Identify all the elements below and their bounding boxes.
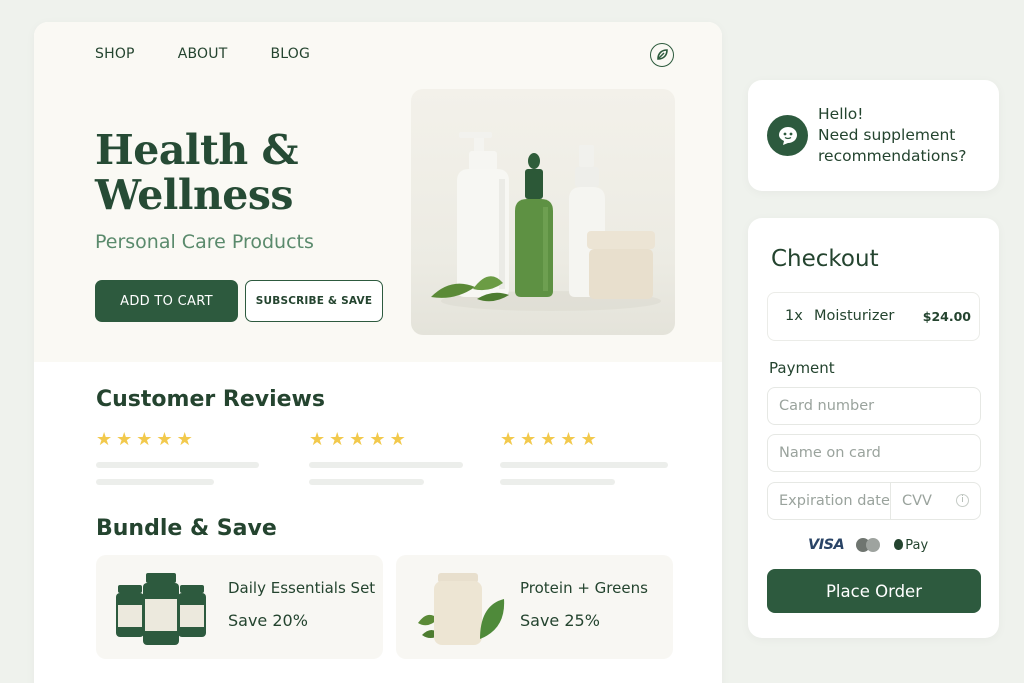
bundle-discount: Save 20% bbox=[228, 611, 308, 630]
bundle-name: Protein + Greens bbox=[520, 579, 648, 597]
place-order-button[interactable]: Place Order bbox=[767, 569, 981, 613]
expiration-date-input[interactable] bbox=[767, 482, 891, 520]
review-rating-3: ★ ★ ★ ★ ★ bbox=[500, 431, 597, 449]
hero-product-image bbox=[411, 89, 675, 335]
review-text-placeholder bbox=[96, 479, 214, 485]
top-nav: SHOP ABOUT BLOG bbox=[95, 46, 310, 62]
star-icon: ★ bbox=[389, 429, 406, 450]
nav-blog[interactable]: BLOG bbox=[270, 46, 310, 62]
nav-about[interactable]: ABOUT bbox=[178, 46, 228, 62]
review-text-placeholder bbox=[500, 479, 615, 485]
cart-line-item: 1x Moisturizer $24.00 bbox=[767, 292, 980, 341]
chat-prompt: Need supplement recommendations? bbox=[818, 126, 967, 165]
star-icon: ★ bbox=[580, 429, 597, 450]
apple-pay-logo: Pay bbox=[894, 538, 928, 553]
chat-bot-icon bbox=[767, 115, 808, 156]
hero-subtitle: Personal Care Products bbox=[95, 231, 314, 253]
star-icon: ★ bbox=[540, 429, 557, 450]
star-icon: ★ bbox=[309, 429, 326, 450]
mastercard-icon bbox=[856, 538, 882, 552]
bundle-card-daily-essentials[interactable]: Daily Essentials Set Save 20% bbox=[96, 555, 383, 659]
reviews-title: Customer Reviews bbox=[96, 387, 325, 412]
name-on-card-input[interactable] bbox=[767, 434, 981, 472]
review-rating-2: ★ ★ ★ ★ ★ bbox=[309, 431, 406, 449]
review-text-placeholder bbox=[309, 462, 463, 468]
star-icon: ★ bbox=[116, 429, 133, 450]
bundle-name: Daily Essentials Set bbox=[228, 579, 376, 597]
star-icon: ★ bbox=[176, 429, 193, 450]
info-icon[interactable]: i bbox=[956, 494, 969, 507]
nav-shop[interactable]: SHOP bbox=[95, 46, 135, 62]
chat-message: Hello! Need supplement recommendations? bbox=[818, 104, 993, 167]
chat-greeting: Hello! bbox=[818, 105, 864, 123]
star-icon: ★ bbox=[520, 429, 537, 450]
star-icon: ★ bbox=[560, 429, 577, 450]
star-icon: ★ bbox=[349, 429, 366, 450]
leaf-logo-icon[interactable] bbox=[650, 43, 674, 67]
checkout-panel: Checkout 1x Moisturizer $24.00 Payment i… bbox=[748, 218, 999, 638]
bundle-discount: Save 25% bbox=[520, 611, 600, 630]
subscribe-save-button[interactable]: SUBSCRIBE & SAVE bbox=[245, 280, 383, 322]
apple-icon bbox=[894, 538, 904, 550]
chat-widget[interactable]: Hello! Need supplement recommendations? bbox=[748, 80, 999, 191]
checkout-title: Checkout bbox=[771, 246, 879, 272]
star-icon: ★ bbox=[500, 429, 517, 450]
add-to-cart-button[interactable]: ADD TO CART bbox=[95, 280, 238, 322]
payment-methods: VISA Pay bbox=[808, 537, 928, 553]
card-number-input[interactable] bbox=[767, 387, 981, 425]
bundle-card-protein-greens[interactable]: Protein + Greens Save 25% bbox=[396, 555, 673, 659]
payment-label: Payment bbox=[769, 359, 835, 377]
star-icon: ★ bbox=[96, 429, 113, 450]
review-text-placeholder bbox=[96, 462, 259, 468]
review-rating-1: ★ ★ ★ ★ ★ bbox=[96, 431, 193, 449]
bundle-title: Bundle & Save bbox=[96, 516, 277, 541]
star-icon: ★ bbox=[156, 429, 173, 450]
item-quantity: 1x bbox=[785, 308, 803, 324]
apple-pay-label: Pay bbox=[905, 537, 929, 553]
review-text-placeholder bbox=[500, 462, 668, 468]
star-icon: ★ bbox=[329, 429, 346, 450]
item-name: Moisturizer bbox=[814, 308, 895, 324]
visa-logo: VISA bbox=[808, 537, 845, 553]
star-icon: ★ bbox=[136, 429, 153, 450]
review-text-placeholder bbox=[309, 479, 424, 485]
main-panel: SHOP ABOUT BLOG Health & Wellness Person… bbox=[34, 22, 722, 683]
star-icon: ★ bbox=[369, 429, 386, 450]
item-price: $24.00 bbox=[922, 309, 971, 324]
hero-title: Health & Wellness bbox=[95, 126, 299, 219]
